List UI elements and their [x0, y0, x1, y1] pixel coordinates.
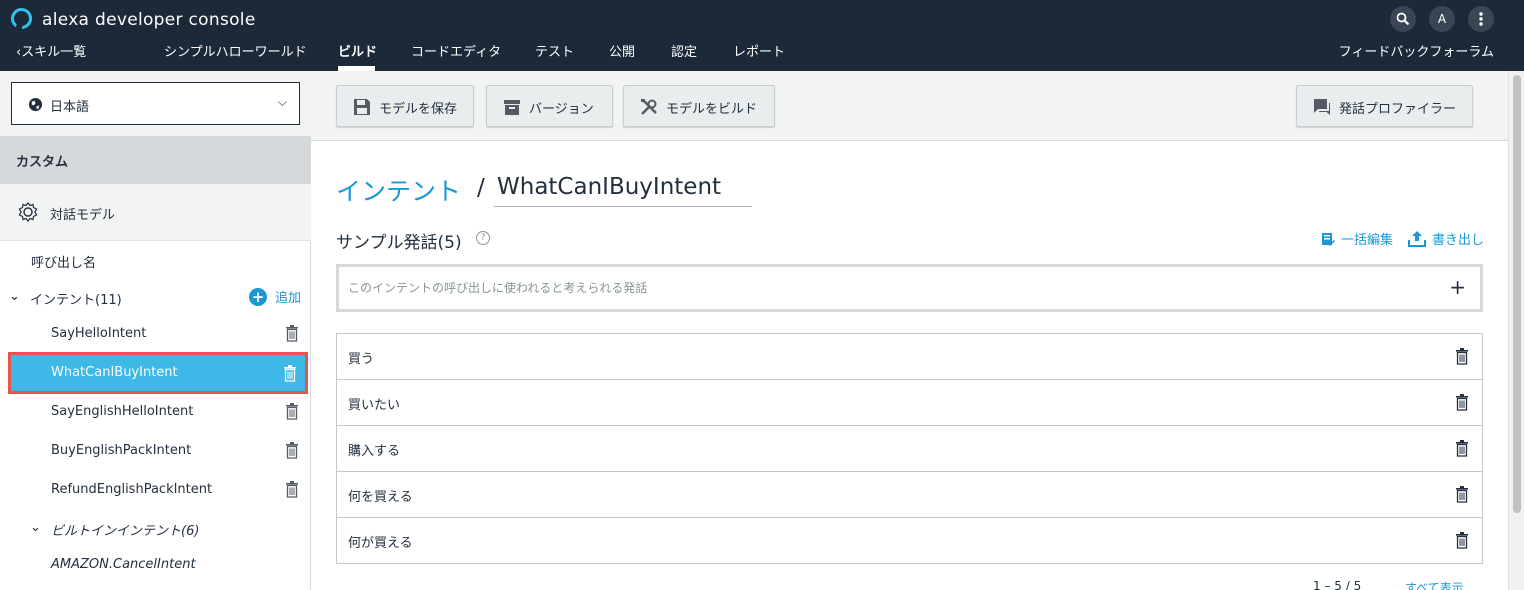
tab-certification[interactable]: 認定 [671, 41, 697, 60]
archive-box-icon [504, 100, 520, 115]
top-bar: alexa developer console A ‹スキル一覧 シンプルハロー… [0, 0, 1524, 71]
chevron-down-icon: ⌵ [277, 95, 287, 109]
app-title: alexa developer console [42, 10, 256, 30]
utterance-row[interactable]: 何を買える [337, 472, 1482, 518]
sidebar-item-intent[interactable]: BuyEnglishPackIntent [0, 432, 311, 471]
alexa-logo-icon [11, 8, 32, 29]
sidebar-item-invocation[interactable]: 呼び出し名 [0, 241, 311, 280]
chevron-down-icon: ⌄ [9, 289, 20, 304]
breadcrumb-separator: / [477, 175, 485, 201]
top-icons: A [1390, 6, 1494, 32]
version-button[interactable]: バージョン [486, 85, 613, 127]
trash-icon[interactable] [1455, 394, 1469, 411]
sidebar-item-intent[interactable]: RefundEnglishPackIntent [0, 471, 311, 510]
tab-test[interactable]: テスト [535, 41, 574, 60]
sidebar-item-intents[interactable]: ⌄ インテント(11) + 追加 [0, 278, 311, 317]
breadcrumb-intents-link[interactable]: インテント [336, 172, 461, 208]
trash-icon[interactable] [285, 481, 299, 498]
dialog-model-item[interactable]: 対話モデル [0, 184, 311, 241]
sample-utterances-header: サンプル発話(5) [336, 233, 462, 253]
plus-circle-icon: + [248, 287, 267, 306]
search-icon[interactable] [1390, 6, 1416, 32]
trash-icon[interactable] [1455, 348, 1469, 365]
utterance-input[interactable] [348, 278, 1438, 298]
skill-name[interactable]: シンプルハローワールド [164, 41, 307, 60]
scrollbar-thumb[interactable] [1513, 75, 1521, 513]
locale-value: 日本語 [50, 100, 90, 115]
export-link[interactable]: 書き出し [1408, 229, 1484, 248]
locale-select[interactable]: 日本語 ⌵ [11, 82, 300, 125]
sidebar-item-builtin-intents[interactable]: ⌄ ビルトインインテント(6) [0, 509, 311, 548]
main-content: インテント / WhatCanIBuyIntent サンプル発話(5) ? 一括… [311, 141, 1508, 590]
gear-icon [18, 202, 38, 222]
tab-build[interactable]: ビルド [338, 41, 377, 60]
build-model-button[interactable]: モデルをビルド [623, 85, 775, 127]
chevron-down-icon: ⌄ [30, 520, 41, 535]
bulk-edit-link[interactable]: 一括編集 [1321, 229, 1393, 248]
account-avatar[interactable]: A [1429, 6, 1455, 32]
trash-icon[interactable] [285, 403, 299, 420]
trash-icon[interactable] [1455, 440, 1469, 457]
trash-icon[interactable] [1455, 486, 1469, 503]
add-intent-button[interactable]: + 追加 [248, 287, 301, 306]
globe-icon [28, 97, 43, 112]
utterance-row[interactable]: 買いたい [337, 380, 1482, 426]
trash-icon[interactable] [285, 442, 299, 459]
toolbar: モデルを保存 バージョン モデルをビルド 発話プロファイラー [311, 71, 1508, 141]
sidebar-item-intent[interactable]: SayHelloIntent [0, 315, 311, 354]
skill-nav: ‹スキル一覧 シンプルハローワールド ビルド コードエディタ テスト 公開 認定… [0, 36, 1524, 71]
upload-icon [1408, 231, 1426, 247]
trash-icon[interactable] [1455, 532, 1469, 549]
pagination-info: 1 – 5 / 5 [1313, 579, 1362, 590]
add-utterance-plus-icon[interactable]: + [1449, 275, 1466, 299]
dialog-model-label: 対話モデル [50, 208, 116, 223]
show-all-link[interactable]: すべて表示 [1405, 579, 1464, 590]
save-model-button[interactable]: モデルを保存 [336, 85, 474, 127]
custom-section-header: カスタム [0, 136, 311, 184]
sidebar-item-intent-selected[interactable]: WhatCanIBuyIntent [8, 352, 308, 394]
help-icon[interactable]: ? [476, 231, 490, 245]
trash-icon[interactable] [283, 365, 297, 382]
sidebar: 日本語 ⌵ カスタム 対話モデル 呼び出し名 ⌄ インテント(11) + 追加 … [0, 71, 311, 590]
utterance-row[interactable]: 何が買える [337, 518, 1482, 563]
locale-section: 日本語 ⌵ [0, 71, 311, 136]
sidebar-item-builtin-intent[interactable]: AMAZON.CancelIntent [0, 546, 311, 585]
edit-icon [1322, 232, 1335, 246]
chat-bubble-icon [1314, 99, 1330, 115]
page-scrollbar[interactable] [1508, 71, 1524, 590]
intent-name-field[interactable]: WhatCanIBuyIntent [494, 174, 752, 207]
tab-analytics[interactable]: レポート [733, 41, 785, 60]
trash-icon[interactable] [285, 325, 299, 342]
utterance-profiler-button[interactable]: 発話プロファイラー [1296, 85, 1473, 127]
more-menu-icon[interactable] [1468, 6, 1494, 32]
floppy-disk-icon [354, 99, 370, 115]
feedback-forum-link[interactable]: フィードバックフォーラム [1339, 41, 1494, 60]
tab-code-editor[interactable]: コードエディタ [411, 41, 501, 60]
utterance-input-box: + [336, 264, 1483, 312]
utterance-row[interactable]: 買う [337, 334, 1482, 380]
utterance-row[interactable]: 購入する [337, 426, 1482, 472]
sidebar-item-intent[interactable]: SayEnglishHelloIntent [0, 393, 311, 432]
tools-icon [641, 99, 657, 115]
utterance-list: 買う 買いたい 購入する 何を買える 何が買える [336, 333, 1483, 564]
tab-distribution[interactable]: 公開 [609, 41, 635, 60]
back-to-skill-list[interactable]: ‹スキル一覧 [16, 41, 86, 60]
